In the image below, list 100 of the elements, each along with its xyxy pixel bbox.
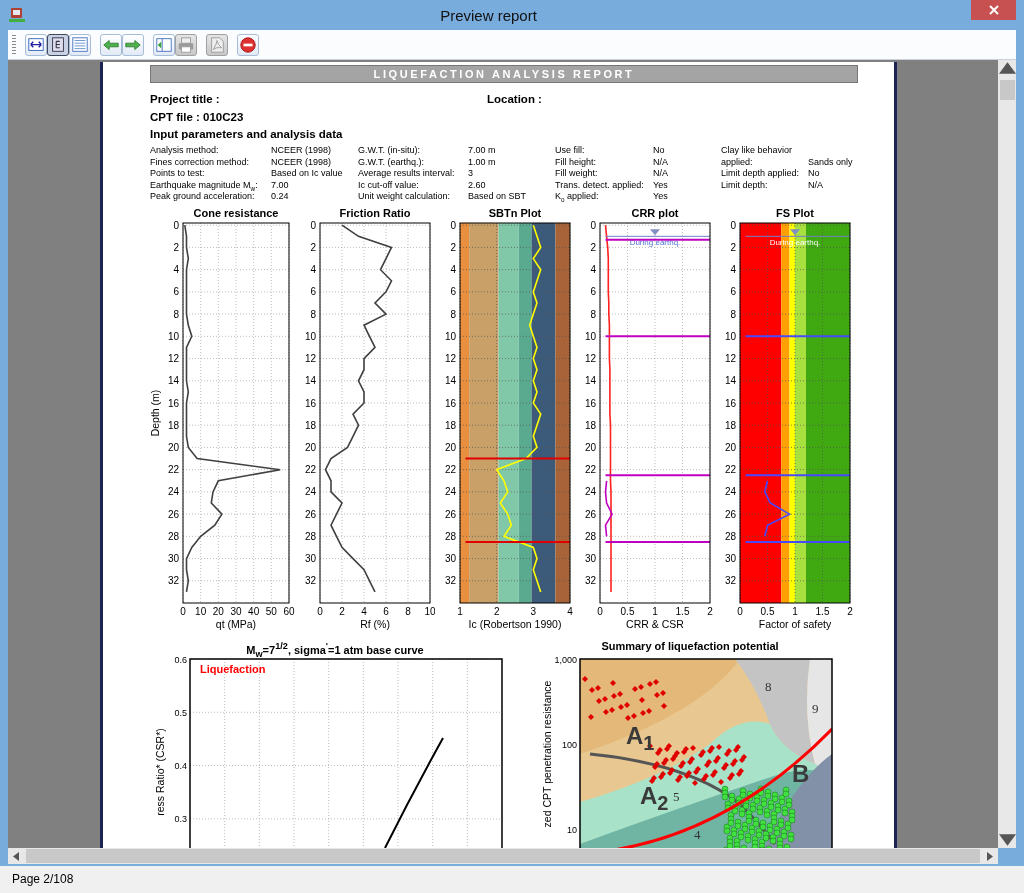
axis-tick-label: 28 <box>444 530 456 542</box>
axis-tick-label: 10 <box>167 330 179 342</box>
parameter-label: Clay like behavior applied: <box>721 145 794 168</box>
parameter-value: No <box>653 145 666 157</box>
axis-tick-label: 22 <box>444 463 456 475</box>
axis-tick-label: 4 <box>310 263 316 275</box>
axis-tick-label: 0 <box>597 605 603 617</box>
axis-tick-label: 4 <box>730 263 736 275</box>
parameter-value: Yes <box>653 179 669 191</box>
axis-tick-label: 2 <box>707 605 713 617</box>
axis-tick-label: 28 <box>724 530 736 542</box>
axis-tick-label: 20 <box>724 441 736 453</box>
axis-tick-label: 18 <box>444 419 456 431</box>
axis-tick-label: 12 <box>584 352 596 364</box>
zone-number: 8 <box>765 679 772 693</box>
zone-label: A$_{1}$ <box>626 723 655 753</box>
axis-tick-label: 0 <box>180 605 186 617</box>
axis-tick-label: 2 <box>590 241 596 253</box>
parameter-value: 0.24 <box>271 191 290 203</box>
axis-tick-label: 6 <box>310 285 316 297</box>
axis-tick-label: 10 <box>724 330 736 342</box>
axis-tick-label: 14 <box>167 374 179 386</box>
axis-tick-label: 12 <box>444 352 456 364</box>
chart-title: Cone resistance <box>193 206 279 219</box>
axis-tick-label: 2 <box>450 241 456 253</box>
axis-tick-label: 6 <box>590 285 596 297</box>
axis-title: ress Ratio* (CSR*) <box>154 727 166 816</box>
axis-tick-label: 10 <box>424 605 435 617</box>
axis-tick-label: 32 <box>304 574 316 586</box>
axis-tick-label: 18 <box>304 419 316 431</box>
axis-tick-label: 32 <box>724 574 736 586</box>
parameter-label: Limit depth applied: <box>721 168 801 180</box>
axis-tick-label: 6 <box>173 285 179 297</box>
chart-title: Friction Ratio <box>339 206 411 219</box>
zone-label: A$_{2}$ <box>640 783 669 813</box>
parameter-label: Average results interval: <box>358 168 456 180</box>
axis-tick-label: 12 <box>167 352 179 364</box>
axis-tick-label: 8 <box>730 308 736 320</box>
axis-tick-label: 30 <box>584 552 596 564</box>
axis-tick-label: 8 <box>405 605 411 617</box>
axis-tick-label: 12 <box>304 352 316 364</box>
parameter-value: 7.00 <box>271 179 290 191</box>
parameter-label: Peak ground acceleration: <box>150 191 256 203</box>
axis-tick-label: 1 <box>792 605 798 617</box>
axis-tick-label: 14 <box>304 374 316 386</box>
axis-tick-label: 16 <box>167 397 179 408</box>
parameter-value: Based on SBT <box>468 191 528 203</box>
axis-tick-label: 32 <box>167 574 179 586</box>
parameter-label: Analysis method: <box>150 145 220 157</box>
axis-title: Rf (%) <box>360 617 390 630</box>
axis-tick-label: 14 <box>584 374 596 386</box>
parameter-value: No <box>808 168 821 180</box>
axis-tick-label: 1 <box>652 605 658 617</box>
parameter-label: Ic cut-off value: <box>358 179 420 191</box>
axis-tick-label: 20 <box>304 441 316 453</box>
axis-tick-label: 18 <box>167 419 179 431</box>
axis-tick-label: 0 <box>737 605 743 617</box>
axis-tick-label: 30 <box>167 552 179 564</box>
axis-tick-label: 40 <box>248 605 260 617</box>
zone-number: 9 <box>812 701 819 715</box>
parameter-label: G.W.T. (earthq.): <box>358 156 425 168</box>
parameter-label: Points to test: <box>150 168 206 180</box>
axis-tick-label: 10 <box>195 605 207 617</box>
axis-title: Factor of safety <box>758 617 832 630</box>
parameter-value: N/A <box>808 179 824 191</box>
axis-tick-label: 16 <box>304 397 316 408</box>
parameter-label: Fill weight: <box>555 168 599 180</box>
parameter-value: N/A <box>653 168 669 180</box>
axis-tick-label: 10 <box>567 824 577 834</box>
axis-tick-label: 20 <box>584 441 596 453</box>
chart-title: SBTn Plot <box>488 206 542 219</box>
axis-tick-label: 50 <box>265 605 277 617</box>
parameter-label: Unit weight calculation: <box>358 191 452 203</box>
axis-tick-label: 8 <box>310 308 316 320</box>
parameter-value: 7.00 m <box>468 145 497 157</box>
axis-tick-label: 4 <box>450 263 456 275</box>
axis-tick-label: 18 <box>724 419 736 431</box>
field-label: Project title : <box>150 93 221 107</box>
axis-tick-label: 30 <box>724 552 736 564</box>
axis-tick-label: 2 <box>730 241 736 253</box>
axis-tick-label: 8 <box>590 308 596 320</box>
axis-tick-label: 2 <box>310 241 316 253</box>
axis-tick-label: 0.3 <box>174 813 187 824</box>
axis-tick-label: 2 <box>493 605 500 617</box>
parameter-value: 1.00 m <box>468 156 497 168</box>
parameter-label: Use fill: <box>555 145 586 157</box>
axis-tick-label: 0 <box>317 605 323 617</box>
axis-tick-label: 24 <box>167 485 179 497</box>
axis-tick-label: 16 <box>444 397 456 408</box>
axis-tick-label: 1.5 <box>815 605 830 617</box>
report-banner: LIQUEFACTION ANALYSIS REPORT <box>150 65 858 83</box>
axis-tick-label: 32 <box>584 574 596 586</box>
axis-tick-label: 4 <box>590 263 596 275</box>
axis-tick-label: 18 <box>584 419 596 431</box>
cpt-file-label: CPT file : 010C23 <box>150 111 245 125</box>
axis-tick-label: 22 <box>724 463 736 475</box>
zone-number: 4 <box>694 827 701 841</box>
axis-tick-label: 3 <box>530 605 537 617</box>
axis-title: Ic (Robertson 1990) <box>468 617 562 630</box>
axis-tick-label: 8 <box>173 308 179 320</box>
